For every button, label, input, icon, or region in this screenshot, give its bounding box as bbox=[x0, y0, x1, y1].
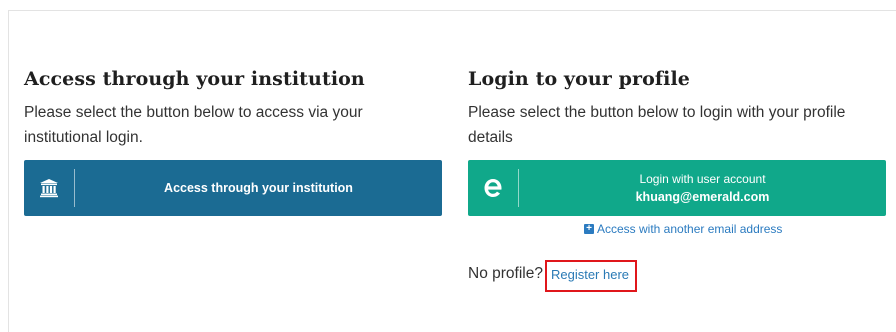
no-profile-row: No profile? Register here bbox=[468, 258, 638, 292]
login-user-account-button[interactable]: Login with user account khuang@emerald.c… bbox=[468, 160, 886, 216]
institution-description: Please select the button below to access… bbox=[24, 104, 363, 146]
register-here-link[interactable]: Register here bbox=[544, 260, 638, 292]
institution-section: Access through your institution Please s… bbox=[24, 66, 444, 150]
profile-heading: Login to your profile bbox=[468, 68, 690, 90]
profile-section: Login to your profile Please select the … bbox=[468, 66, 888, 150]
login-button-text: Login with user account khuang@emerald.c… bbox=[519, 170, 886, 206]
institution-heading: Access through your institution bbox=[24, 68, 365, 90]
access-another-email-link[interactable]: + Access with another email address bbox=[584, 222, 782, 236]
no-profile-text: No profile? bbox=[468, 265, 543, 282]
login-button-email: khuang@emerald.com bbox=[635, 190, 770, 204]
access-another-email-label: Access with another email address bbox=[597, 222, 783, 236]
access-institution-label: Access through your institution bbox=[164, 181, 353, 195]
login-button-title: Login with user account bbox=[639, 172, 766, 186]
access-institution-button[interactable]: Access through your institution bbox=[24, 160, 442, 216]
profile-description: Please select the button below to login … bbox=[468, 104, 846, 146]
institution-building-icon bbox=[24, 160, 74, 216]
plus-icon: + bbox=[584, 224, 594, 234]
emerald-e-logo-icon bbox=[468, 160, 518, 216]
